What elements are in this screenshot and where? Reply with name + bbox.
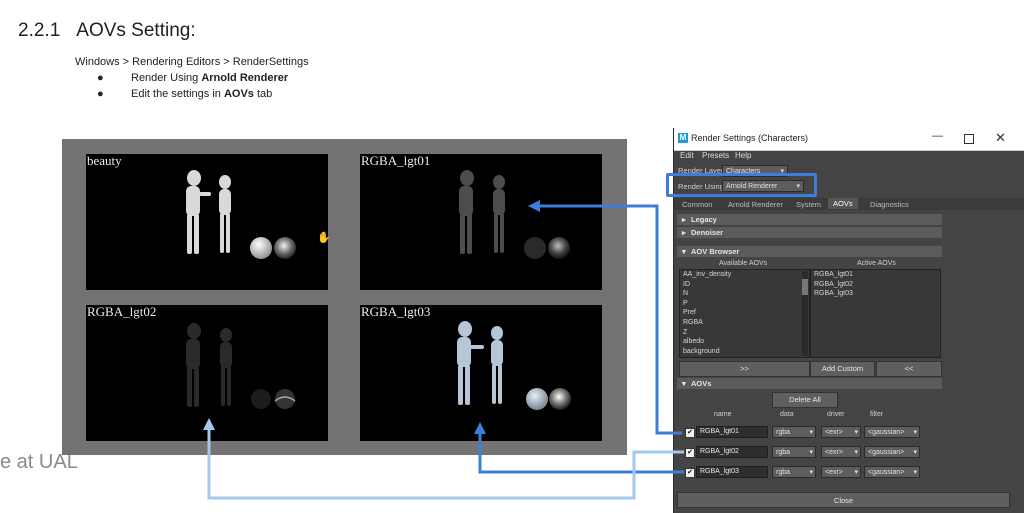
arrow-lgt01 xyxy=(528,200,682,435)
annotation-arrows xyxy=(203,200,684,500)
arrow-lgt03 xyxy=(474,422,684,474)
arrow-lgt02 xyxy=(203,418,684,500)
